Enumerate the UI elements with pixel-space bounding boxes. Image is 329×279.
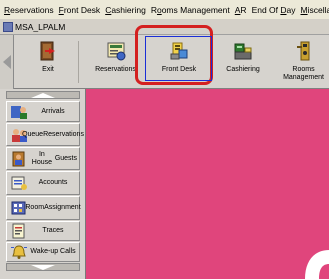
sidebar-item-traces-label: Traces bbox=[42, 227, 64, 234]
sidebar-item-room-assignment[interactable]: Room Assignment bbox=[6, 196, 81, 220]
menu-bar: Reservations Front Desk Cashiering Rooms… bbox=[0, 0, 329, 20]
queue-label-line1: Queue bbox=[22, 130, 44, 138]
inhouse-label-line2: Guests bbox=[54, 154, 77, 162]
front-desk-focus-border bbox=[145, 36, 212, 81]
accounts-ledger-icon bbox=[10, 175, 28, 191]
sidebar-scroll-up[interactable] bbox=[6, 91, 80, 99]
menu-end-of-day[interactable]: End Of Day bbox=[252, 5, 296, 15]
menu-rooms-management[interactable]: Rooms Management bbox=[151, 5, 230, 15]
rooms-management-label-line2: Management bbox=[283, 74, 324, 81]
menu-cashiering[interactable]: Cashiering bbox=[105, 5, 146, 15]
main-content-area bbox=[86, 89, 329, 279]
sidebar-item-arrivals-label: Arrivals bbox=[41, 107, 65, 115]
scroll-down-arrow-icon bbox=[31, 264, 55, 270]
room-label-line1: Room bbox=[25, 204, 45, 211]
toolbar-scroll-left[interactable] bbox=[0, 35, 14, 89]
scroll-up-arrow-icon bbox=[31, 92, 55, 98]
menu-ar[interactable]: AR bbox=[235, 5, 247, 15]
menu-end-of-day-label: ay bbox=[286, 4, 296, 15]
menu-miscellaneous[interactable]: Miscellaneous bbox=[301, 5, 329, 15]
arrivals-person-icon bbox=[10, 104, 28, 120]
exit-label: Exit bbox=[42, 66, 54, 73]
sidebar-item-wake-up-calls[interactable]: Wake-up Calls bbox=[6, 242, 80, 262]
rooms-management-label: Rooms Management bbox=[283, 66, 324, 82]
window-icon bbox=[3, 22, 13, 32]
exit-door-icon bbox=[37, 40, 59, 62]
rooms-management-label-line1: Rooms bbox=[292, 66, 315, 73]
menu-front-desk[interactable]: Front Desk bbox=[59, 5, 101, 15]
sidebar-item-in-house-guests-label: In House Guests bbox=[29, 148, 77, 169]
front-desk-sidebar: Arrivals Queue Reservations In House Guest… bbox=[0, 89, 86, 279]
reservations-label: Reservations bbox=[95, 66, 136, 73]
sidebar-item-arrivals[interactable]: Arrivals bbox=[6, 101, 80, 122]
sidebar-scroll-down[interactable] bbox=[6, 263, 80, 271]
wake-up-bell-icon bbox=[10, 244, 28, 260]
cashiering-label: Cashiering bbox=[226, 66, 260, 73]
menu-miscellaneous-label: iscellaneous bbox=[307, 4, 329, 15]
inhouse-label-line1: In House bbox=[31, 150, 53, 166]
exit-button[interactable]: Exit bbox=[22, 35, 74, 89]
menu-reservations[interactable]: Reservations bbox=[4, 5, 54, 15]
sidebar-item-in-house-guests[interactable]: In House Guests bbox=[6, 147, 80, 170]
toolbar-separator bbox=[78, 41, 79, 83]
menu-ar-label: R bbox=[240, 4, 247, 15]
queue-label-line2: Reservations bbox=[43, 130, 84, 138]
menu-reservations-label: eservations bbox=[10, 4, 54, 15]
reservations-book-icon bbox=[105, 40, 127, 62]
menu-end-of-day-pre: End Of bbox=[251, 4, 281, 15]
in-house-guests-icon bbox=[10, 151, 28, 167]
sidebar-item-traces[interactable]: Traces bbox=[6, 221, 80, 241]
sidebar-item-accounts-label: Accounts bbox=[38, 179, 68, 186]
sidebar-item-queue-reservations-label: Queue Reservations bbox=[22, 124, 84, 145]
traces-note-icon bbox=[10, 223, 28, 239]
menu-miscellaneous-accel: M bbox=[300, 4, 308, 15]
menu-rooms-management-label: oms Management bbox=[161, 4, 230, 15]
rooms-management-key-icon bbox=[293, 40, 315, 62]
cashiering-button[interactable]: Cashiering bbox=[217, 35, 269, 89]
sidebar-item-room-assignment-label: Room Assignment bbox=[25, 197, 80, 219]
room-label-line2: Assignment bbox=[44, 204, 81, 211]
window-title: MSA_LPALM bbox=[15, 22, 66, 32]
cashiering-register-icon bbox=[232, 40, 254, 62]
menu-cashiering-label: ashiering bbox=[111, 4, 146, 15]
sidebar-item-queue-reservations[interactable]: Queue Reservations bbox=[6, 123, 84, 146]
partial-white-shape bbox=[301, 248, 329, 279]
menu-front-desk-label: ront Desk bbox=[63, 4, 101, 15]
sidebar-item-wake-up-calls-label: Wake-up Calls bbox=[30, 248, 76, 255]
rooms-management-button[interactable]: Rooms Management bbox=[278, 35, 329, 89]
scroll-left-arrow-icon bbox=[2, 55, 11, 69]
sidebar-item-accounts[interactable]: Accounts bbox=[6, 171, 80, 195]
